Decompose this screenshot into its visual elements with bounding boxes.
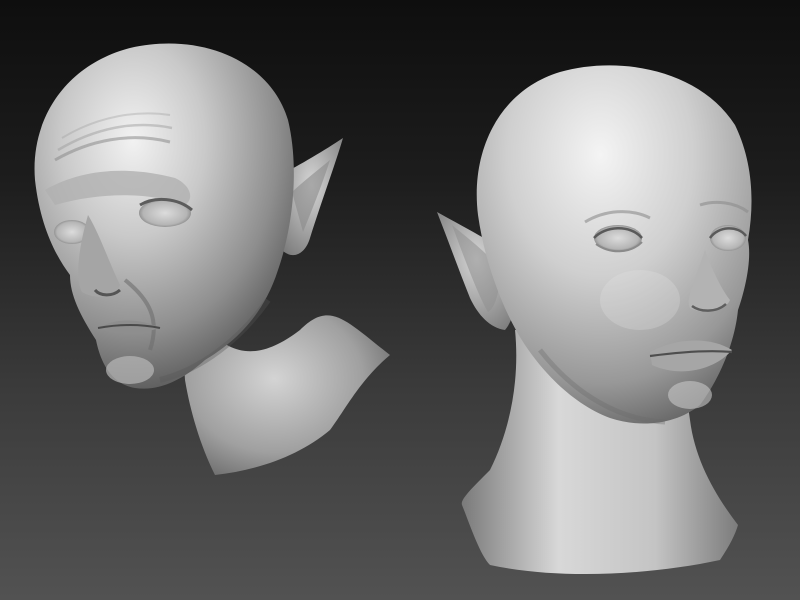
sculpt-render: [34, 43, 752, 575]
female-elf-head: [437, 65, 752, 575]
male-elf-head: [34, 43, 390, 475]
sculpt-viewport[interactable]: [0, 0, 800, 600]
